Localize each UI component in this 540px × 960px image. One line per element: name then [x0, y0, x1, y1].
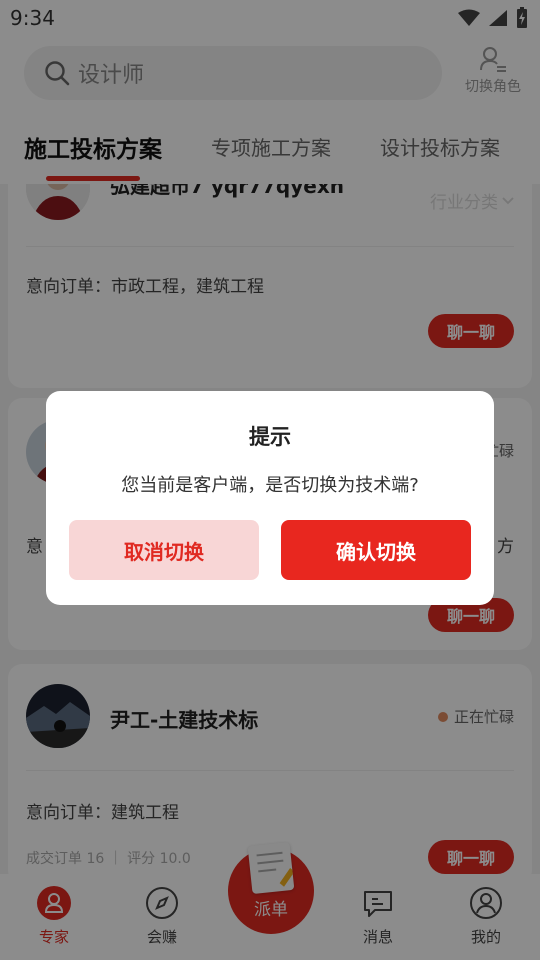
switch-role-dialog: 提示 您当前是客户端，是否切换为技术端? 取消切换 确认切换: [46, 391, 494, 605]
industry-filter[interactable]: 行业分类: [430, 188, 514, 213]
chevron-down-icon: [502, 196, 514, 204]
dialog-message: 您当前是客户端，是否切换为技术端?: [121, 475, 419, 496]
cancel-switch-button[interactable]: 取消切换: [69, 520, 259, 580]
industry-filter-label: 行业分类: [430, 193, 498, 213]
dialog-title: 提示: [249, 425, 291, 449]
confirm-switch-button[interactable]: 确认切换: [281, 520, 471, 580]
